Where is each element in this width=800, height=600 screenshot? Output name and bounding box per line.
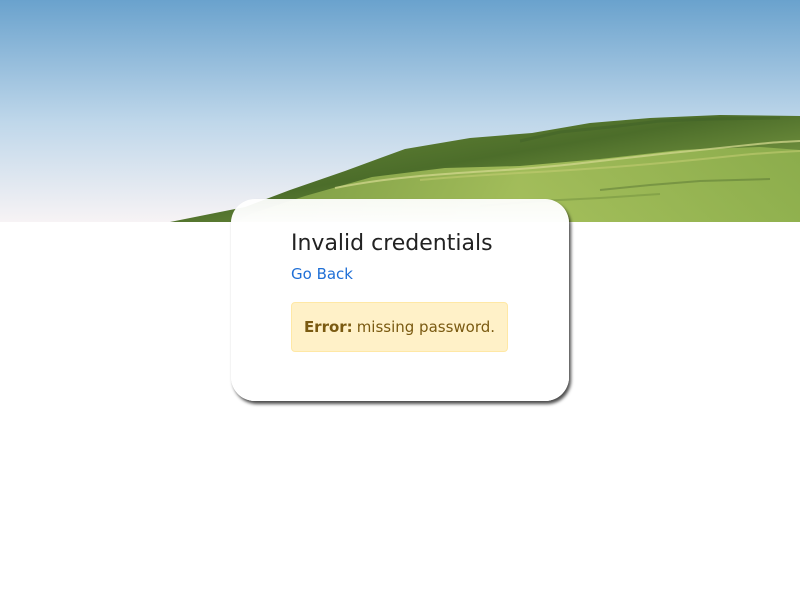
- header-landscape-image: [0, 0, 800, 222]
- error-alert: Error: missing password.: [291, 302, 508, 352]
- landscape-illustration: [0, 0, 800, 222]
- go-back-link[interactable]: Go Back: [291, 264, 353, 284]
- error-card: Invalid credentials Go Back Error: missi…: [231, 199, 569, 401]
- card-content: Invalid credentials Go Back Error: missi…: [291, 229, 511, 352]
- page-title: Invalid credentials: [291, 231, 493, 256]
- error-label: Error:: [303, 318, 353, 336]
- error-message: missing password.: [356, 318, 496, 336]
